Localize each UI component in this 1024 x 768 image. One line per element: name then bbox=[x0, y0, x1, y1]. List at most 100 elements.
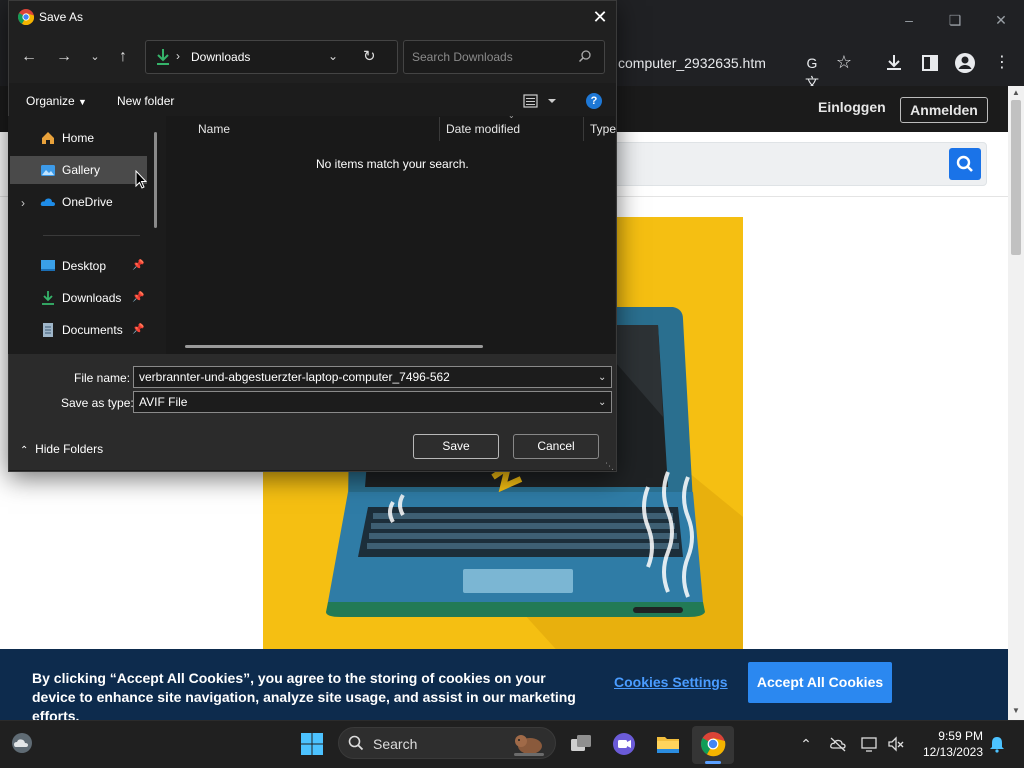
up-arrow-icon[interactable]: ↑ bbox=[111, 45, 135, 69]
register-button[interactable]: Anmelden bbox=[900, 97, 988, 123]
resize-grip-icon[interactable]: ⋱ bbox=[605, 461, 614, 472]
new-folder-button[interactable]: New folder bbox=[117, 94, 174, 108]
save-type-dropdown-chevron-icon[interactable]: ⌄ bbox=[598, 397, 606, 408]
side-panel-icon[interactable] bbox=[919, 52, 941, 74]
chevron-down-icon: ▼ bbox=[78, 97, 87, 107]
back-arrow-icon[interactable]: ← bbox=[17, 45, 41, 69]
teams-meet-icon[interactable] bbox=[611, 731, 637, 757]
view-options-icon[interactable] bbox=[523, 93, 559, 109]
download-icon[interactable] bbox=[883, 52, 905, 74]
nav-item-documents[interactable]: Documents 📌 bbox=[10, 316, 147, 344]
empty-results-message: No items match your search. bbox=[316, 157, 469, 171]
hide-folders-label: Hide Folders bbox=[35, 442, 104, 456]
windows-start-icon[interactable] bbox=[300, 732, 324, 756]
task-view-icon[interactable] bbox=[568, 731, 594, 757]
search-icon bbox=[956, 155, 973, 172]
login-link[interactable]: Einloggen bbox=[818, 99, 886, 115]
nav-item-downloads[interactable]: Downloads 📌 bbox=[10, 284, 147, 312]
address-url: computer_2932635.htm bbox=[618, 55, 766, 71]
save-as-type-select[interactable]: AVIF File bbox=[133, 391, 612, 413]
file-name-dropdown-chevron-icon[interactable]: ⌄ bbox=[598, 372, 606, 383]
close-window-icon[interactable]: ✕ bbox=[978, 0, 1024, 40]
minimize-icon[interactable]: – bbox=[886, 0, 932, 40]
profile-icon[interactable] bbox=[954, 52, 976, 74]
close-icon[interactable]: ✕ bbox=[589, 6, 611, 28]
search-downloads-placeholder: Search Downloads bbox=[412, 50, 513, 64]
chrome-logo-icon bbox=[18, 9, 34, 25]
column-header-name[interactable]: Name bbox=[198, 122, 230, 136]
recent-locations-chevron-icon[interactable]: ⌄ bbox=[83, 45, 107, 69]
dialog-titlebar bbox=[9, 1, 616, 33]
nav-item-label: Desktop bbox=[62, 259, 107, 273]
hide-folders-toggle[interactable]: ⌃ Hide Folders bbox=[20, 442, 103, 456]
home-icon bbox=[42, 132, 54, 144]
scroll-thumb[interactable] bbox=[1011, 100, 1021, 255]
weather-cloud-icon[interactable] bbox=[10, 731, 34, 755]
window-controls: – ❏ ✕ bbox=[886, 0, 1024, 40]
search-icon bbox=[578, 50, 591, 63]
organize-menu[interactable]: Organize ▼ bbox=[26, 94, 87, 108]
translate-icon[interactable]: G文 bbox=[802, 53, 822, 91]
scroll-down-icon[interactable]: ▼ bbox=[1008, 706, 1024, 718]
volume-muted-icon[interactable] bbox=[887, 735, 905, 753]
pin-icon: 📌 bbox=[132, 260, 145, 271]
desktop-icon bbox=[41, 260, 55, 271]
column-divider[interactable] bbox=[583, 117, 584, 141]
onedrive-icon bbox=[40, 198, 55, 206]
nav-item-gallery[interactable]: Gallery bbox=[10, 156, 147, 184]
save-button[interactable]: Save bbox=[413, 434, 499, 459]
notification-bell-icon[interactable] bbox=[988, 735, 1006, 753]
menu-kebab-icon[interactable]: ⋮ bbox=[991, 52, 1013, 74]
restore-icon[interactable]: ❏ bbox=[932, 0, 978, 40]
mouse-cursor-icon bbox=[135, 170, 147, 189]
file-explorer-icon[interactable] bbox=[655, 731, 681, 757]
nav-item-label: Downloads bbox=[62, 291, 122, 305]
clock-time[interactable]: 9:59 PM bbox=[937, 729, 983, 743]
show-hidden-icons-chevron-icon[interactable]: ⌃ bbox=[797, 735, 815, 753]
nav-pane-scrollbar[interactable] bbox=[154, 132, 157, 228]
file-list-horizontal-scrollbar[interactable] bbox=[185, 345, 483, 348]
cookies-settings-link[interactable]: Cookies Settings bbox=[614, 674, 728, 690]
pin-icon: 📌 bbox=[132, 292, 145, 303]
organize-label: Organize bbox=[26, 94, 75, 108]
sort-chevron-icon: ⌄ bbox=[508, 111, 515, 120]
nav-item-label: OneDrive bbox=[62, 195, 113, 209]
address-bar[interactable]: computer_2932635.htm bbox=[610, 44, 860, 82]
forward-arrow-icon[interactable]: → bbox=[52, 45, 76, 69]
nav-item-label: Gallery bbox=[62, 163, 101, 177]
breadcrumb-downloads[interactable]: Downloads bbox=[191, 50, 250, 64]
search-highlight-illustration-icon bbox=[514, 735, 544, 756]
taskbar-search-label: Search bbox=[373, 736, 418, 752]
nav-item-onedrive[interactable]: OneDrive bbox=[10, 188, 147, 216]
address-dropdown-chevron-icon[interactable]: ⌄ bbox=[328, 49, 338, 63]
cancel-button[interactable]: Cancel bbox=[513, 434, 599, 459]
help-icon[interactable]: ? bbox=[586, 93, 602, 109]
gallery-icon bbox=[41, 165, 55, 176]
pin-icon: 📌 bbox=[132, 324, 145, 335]
nav-item-home[interactable]: Home bbox=[10, 124, 147, 152]
scroll-up-icon[interactable]: ▲ bbox=[1008, 88, 1024, 100]
onedrive-sync-icon[interactable] bbox=[829, 735, 847, 753]
documents-icon bbox=[43, 323, 53, 337]
refresh-icon[interactable]: ↻ bbox=[363, 47, 376, 65]
nav-item-desktop[interactable]: Desktop 📌 bbox=[10, 252, 147, 280]
file-name-input[interactable]: verbrannter-und-abgestuerzter-laptop-com… bbox=[133, 366, 612, 388]
search-icon bbox=[348, 735, 364, 751]
accept-all-cookies-button[interactable]: Accept All Cookies bbox=[748, 662, 892, 703]
site-search-input[interactable] bbox=[600, 142, 987, 186]
nav-item-label: Home bbox=[62, 131, 95, 145]
bookmark-star-icon[interactable]: ☆ bbox=[834, 52, 854, 72]
cookie-banner-text: By clicking “Accept All Cookies”, you ag… bbox=[32, 670, 576, 724]
clock-date[interactable]: 12/13/2023 bbox=[915, 745, 983, 759]
downloads-folder-icon bbox=[157, 49, 169, 65]
dialog-address-bar[interactable] bbox=[145, 40, 398, 74]
column-divider[interactable] bbox=[439, 117, 440, 141]
file-list bbox=[166, 116, 615, 354]
network-icon[interactable] bbox=[860, 735, 878, 753]
nav-divider bbox=[43, 235, 140, 236]
nav-item-label: Documents bbox=[62, 323, 123, 337]
column-header-date-modified[interactable]: Date modified bbox=[446, 122, 520, 136]
column-header-type[interactable]: Type bbox=[590, 122, 616, 136]
site-search-button[interactable] bbox=[949, 148, 981, 180]
save-as-type-label: Save as type: bbox=[61, 396, 134, 410]
